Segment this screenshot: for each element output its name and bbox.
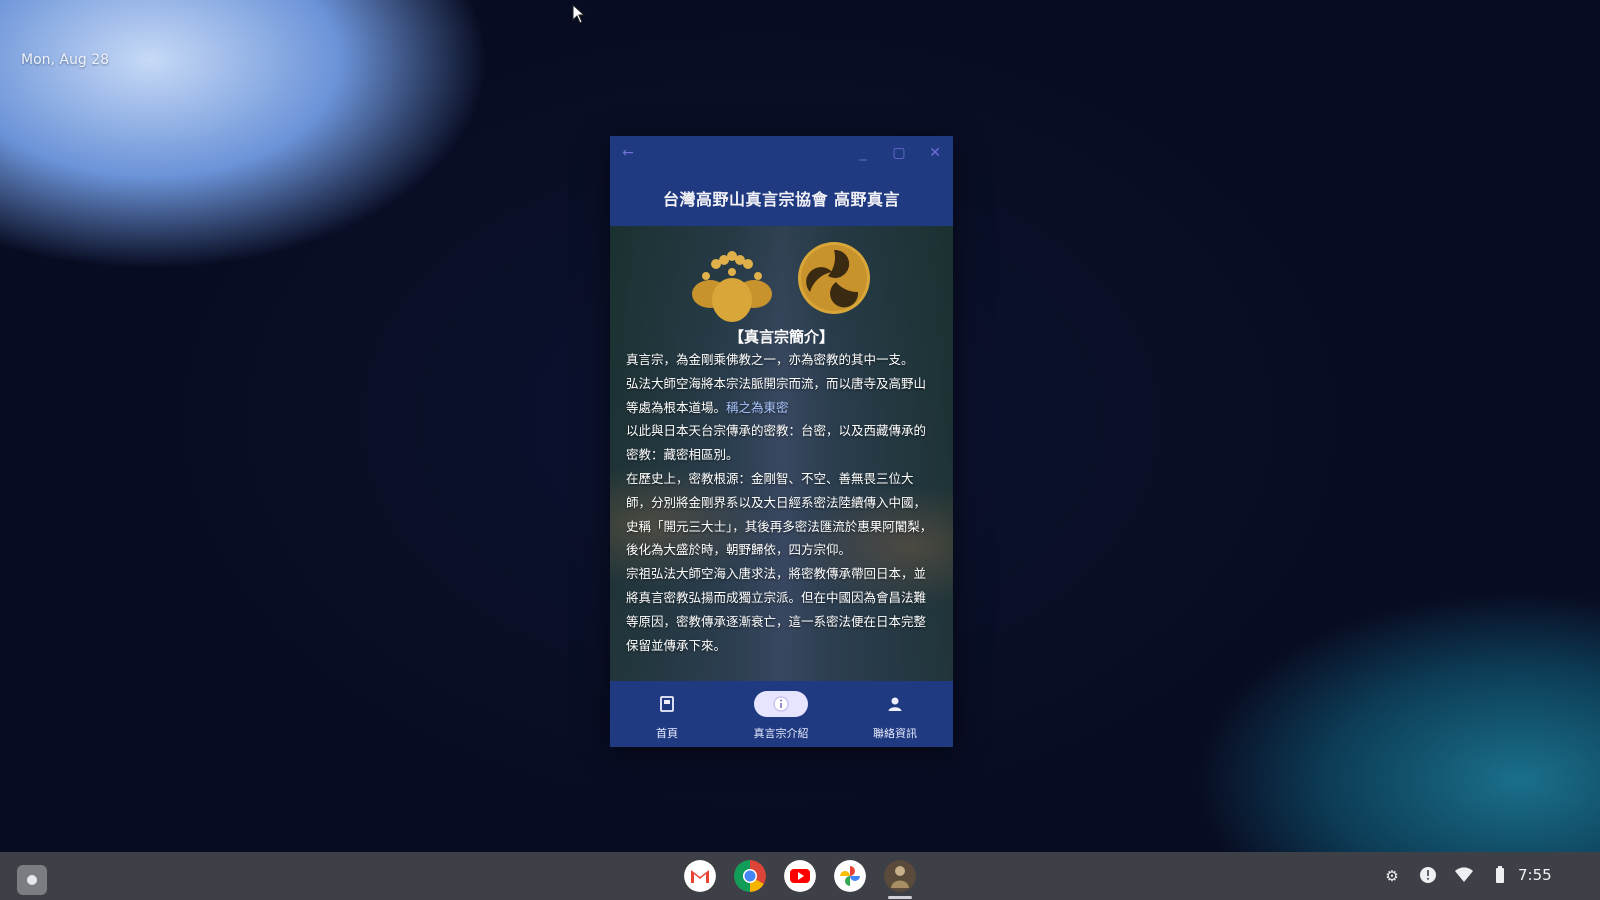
settings-icon[interactable]: ⚙ [1382, 866, 1402, 886]
east-esoteric-link[interactable]: 稱之為東密 [726, 400, 789, 415]
taskbar: ⚙ 7:55 [0, 852, 1600, 900]
paragraph: 以此與日本天台宗傳承的密教：台密，以及西藏傳承的密教：藏密相區別。 [626, 423, 927, 463]
minimize-icon: _ [859, 145, 867, 161]
paragraph: 真言宗，為金剛乘佛教之一，亦為密教的其中一支。 [626, 352, 914, 367]
nav-introduction[interactable]: 真言宗介紹 [724, 681, 838, 747]
app-title: 台灣高野山真言宗協會 高野真言 [662, 190, 901, 209]
person-icon [868, 691, 922, 717]
desktop-date: Mon, Aug 28 [21, 52, 110, 68]
nav-contact[interactable]: 聯絡資訊 [838, 681, 952, 747]
nav-label: 首頁 [656, 727, 678, 740]
paulownia-crest-icon [692, 251, 772, 322]
clock[interactable]: 7:55 [1518, 866, 1552, 884]
title-bar: ← _ ▢ ✕ 台灣高野山真言宗協會 高野真言 [610, 136, 953, 226]
nav-label: 真言宗介紹 [753, 727, 809, 740]
photos-icon[interactable] [834, 860, 866, 892]
nav-home[interactable]: 首頁 [610, 681, 724, 747]
gmail-icon[interactable] [684, 860, 716, 892]
bottom-navigation: 首頁 真言宗介紹 聯絡資訊 [610, 681, 953, 747]
chrome-icon[interactable] [734, 860, 766, 892]
launcher-icon [27, 875, 37, 885]
shingon-app-icon[interactable] [884, 860, 916, 892]
minimize-button[interactable]: _ [855, 145, 871, 161]
close-button[interactable]: ✕ [927, 145, 943, 161]
notification-icon[interactable] [1418, 866, 1438, 886]
paragraph: 弘法大師空海將本宗法脈開宗而流，而以唐寺及高野山等處為根本道場。稱之為東密 [626, 372, 938, 420]
maximize-button[interactable]: ▢ [891, 145, 907, 161]
crests-emblems [692, 242, 870, 322]
tomoe-crest-icon [798, 242, 870, 314]
paragraph: 宗祖弘法大師空海入唐求法，將密教傳承帶回日本，並將真言密教弘揚而成獨立宗派。但在… [626, 566, 927, 653]
content-area[interactable]: 【真言宗簡介】 真言宗，為金剛乘佛教之一，亦為密教的其中一支。 弘法大師空海將本… [610, 226, 953, 681]
active-app-indicator [888, 896, 912, 899]
paragraph: 在歷史上，密教根源：金剛智、不空、善無畏三位大師，分別將金剛界系以及大日經系密法… [626, 470, 933, 558]
battery-icon[interactable] [1490, 866, 1510, 886]
section-title: 【真言宗簡介】 [728, 328, 834, 346]
youtube-icon[interactable] [784, 860, 816, 892]
intro-text: 真言宗，為金剛乘佛教之一，亦為密教的其中一支。 弘法大師空海將本宗法脈開宗而流，… [626, 348, 938, 657]
nav-label: 聯絡資訊 [873, 727, 917, 740]
info-icon [754, 691, 808, 717]
mouse-cursor-icon [572, 4, 586, 24]
app-window: ← _ ▢ ✕ 台灣高野山真言宗協會 高野真言 【真言宗簡介】 真言宗，為金剛乘… [610, 136, 953, 747]
maximize-icon: ▢ [892, 145, 906, 161]
wifi-icon[interactable] [1454, 866, 1474, 886]
close-icon: ✕ [929, 145, 941, 161]
arrow-left-icon: ← [622, 145, 634, 161]
launcher-button[interactable] [17, 865, 47, 895]
book-icon [640, 691, 694, 717]
back-button[interactable]: ← [620, 145, 636, 161]
